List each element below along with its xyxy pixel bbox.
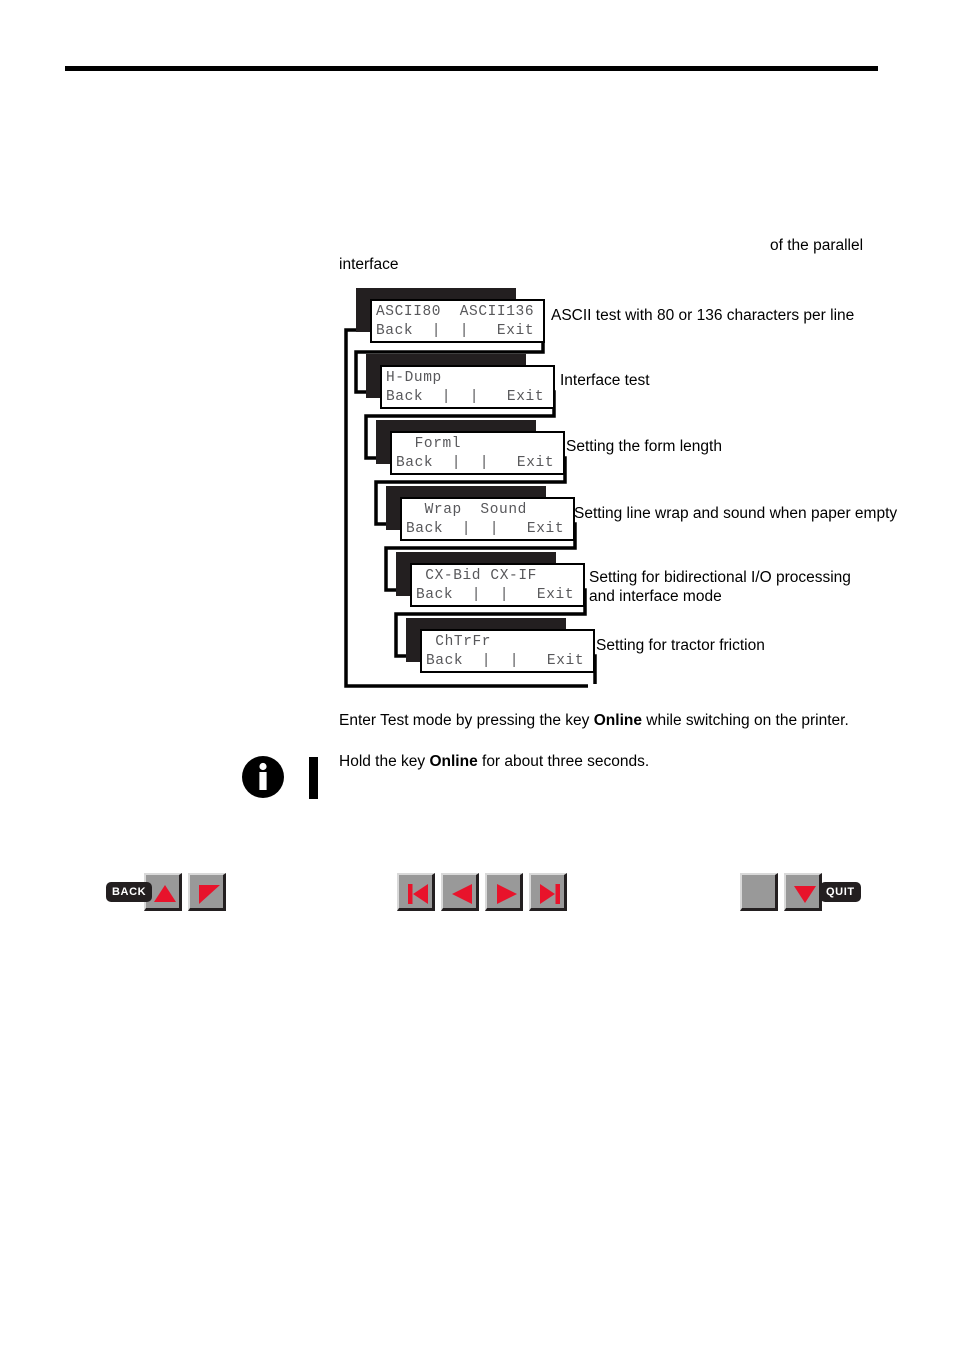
triangle-down-icon	[794, 886, 816, 903]
lcd-line-bottom: Back | | Exit	[406, 521, 565, 537]
triangle-left-icon	[452, 884, 472, 904]
skip-forward-key[interactable]	[529, 873, 567, 911]
blank-key-icon	[742, 875, 780, 913]
blank-key[interactable]	[740, 873, 778, 911]
lcd-line-bottom: Back | | Exit	[396, 455, 555, 471]
lcd-panel-face: Forml Back | | Exit	[390, 431, 565, 475]
triangle-corner-icon	[199, 885, 221, 904]
lcd-line-bottom: Back | | Exit	[416, 587, 575, 603]
triangle-right-icon	[497, 884, 517, 904]
next-key[interactable]	[485, 873, 523, 911]
note-enter-prefix: Enter Test mode by pressing the key	[339, 712, 594, 729]
note-hold-prefix: Hold the key	[339, 753, 430, 770]
lcd-panel-description: Setting for tractor friction	[596, 637, 765, 654]
lcd-panel-face: Wrap Sound Back | | Exit	[400, 497, 575, 541]
info-icon	[242, 756, 284, 798]
skip-back-icon	[408, 884, 428, 904]
skip-back-key[interactable]	[397, 873, 435, 911]
test-mode-menu-flow-diagram: ASCII80 ASCII136 Back | | Exit ASCII tes…	[0, 270, 954, 695]
skip-forward-icon	[540, 884, 560, 904]
lcd-line-top: ChTrFr	[426, 634, 492, 650]
note-enter-suffix: while switching on the printer.	[641, 712, 849, 729]
lcd-panel-description: Interface test	[560, 372, 650, 389]
lcd-line-top: Forml	[396, 436, 462, 452]
lcd-line-bottom: Back | | Exit	[376, 323, 535, 339]
triangle-down-key[interactable]	[784, 873, 822, 911]
key-legend-right-group: QUIT	[740, 873, 861, 911]
note-enter-key: Online	[593, 712, 642, 729]
lcd-panel-description: ASCII test with 80 or 136 characters per…	[551, 307, 855, 324]
key-legend-middle-group	[397, 873, 567, 911]
lcd-line-top: Wrap Sound	[406, 502, 527, 518]
lcd-panel-description: Setting line wrap and sound when paper e…	[574, 505, 898, 522]
back-key-label: BACK	[106, 882, 153, 902]
triangle-corner-key[interactable]	[188, 873, 227, 911]
lcd-line-top: ASCII80 ASCII136	[376, 304, 535, 320]
note-accent-bar	[309, 757, 318, 799]
quit-key-label: QUIT	[820, 882, 861, 902]
previous-key[interactable]	[441, 873, 479, 911]
note-enter-test-mode: Enter Test mode by pressing the key Onli…	[339, 710, 849, 732]
lcd-panel-face: ChTrFr Back | | Exit	[420, 629, 595, 673]
lcd-panel-description: Setting for bidirectional I/O processing…	[589, 569, 851, 605]
lcd-panel-face: CX-Bid CX-IF Back | | Exit	[410, 563, 585, 607]
lcd-line-top: CX-Bid CX-IF	[416, 568, 537, 584]
lcd-line-bottom: Back | | Exit	[426, 653, 585, 669]
lcd-panel-face: H-Dump Back | | Exit	[380, 365, 555, 409]
lcd-line-top: H-Dump	[386, 370, 442, 386]
intro-text-fragment-right: of the parallel	[770, 237, 864, 254]
lcd-panel-description: Setting the form length	[566, 438, 722, 455]
note-hold-key: Online	[429, 753, 478, 770]
page-header-rule	[65, 66, 878, 71]
key-legend-left-group: BACK	[106, 873, 227, 911]
lcd-line-bottom: Back | | Exit	[386, 389, 545, 405]
note-hold-suffix: for about three seconds.	[477, 753, 650, 770]
note-hold-online: Hold the key Online for about three seco…	[339, 751, 649, 773]
lcd-panel-face: ASCII80 ASCII136 Back | | Exit	[370, 299, 545, 343]
